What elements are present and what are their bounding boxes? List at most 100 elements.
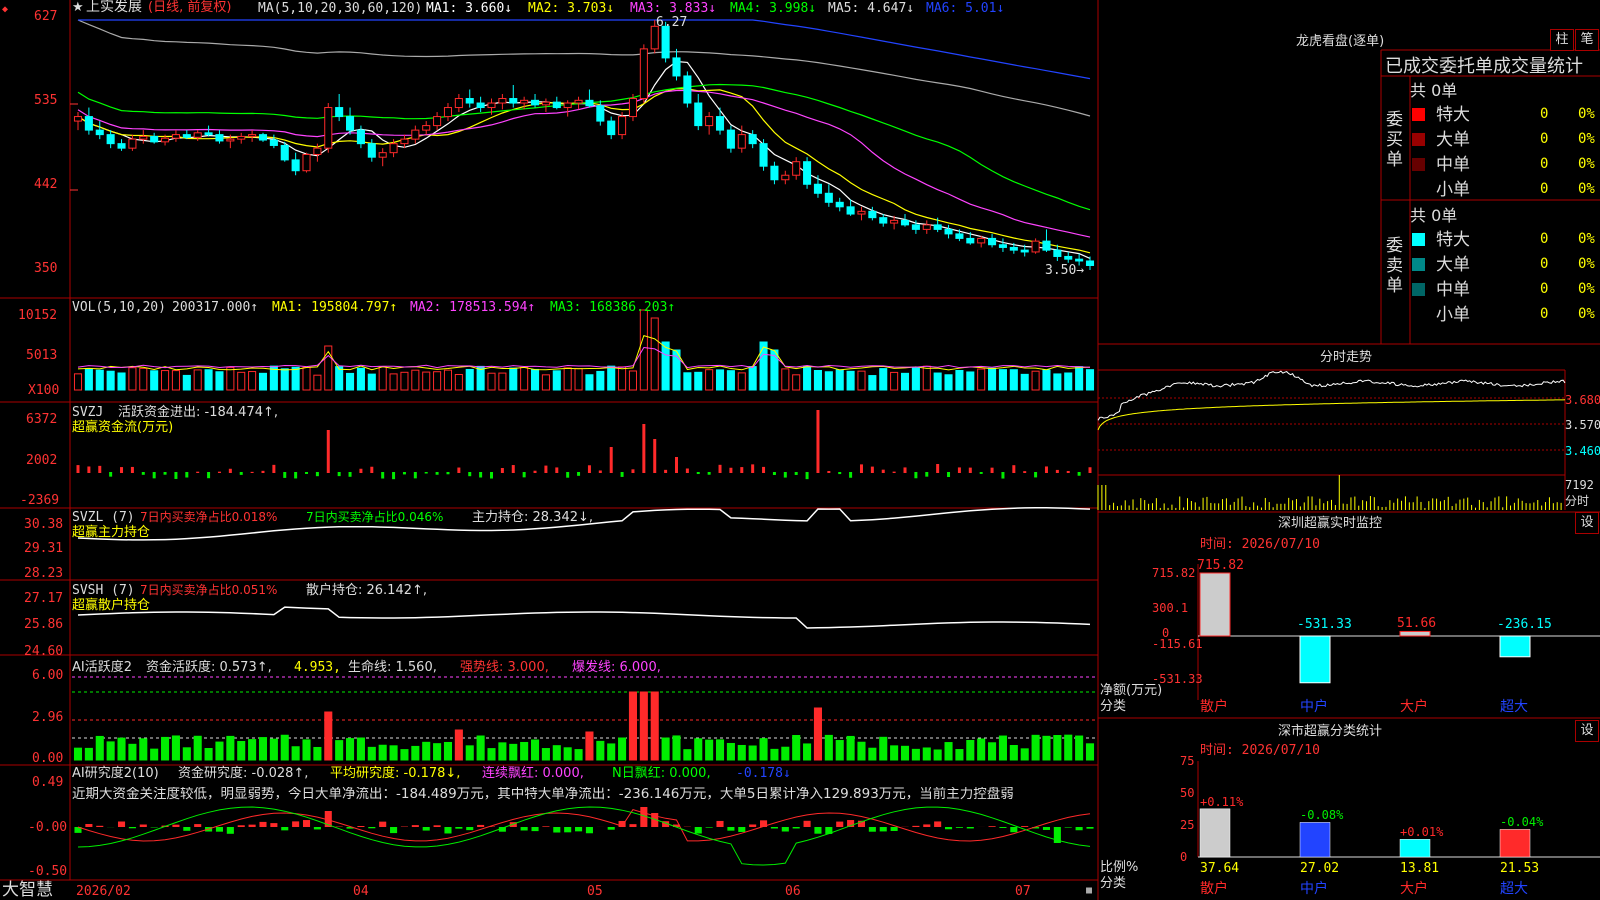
bar-mode-button[interactable]: 柱 <box>1550 29 1574 51</box>
ai2-bar <box>542 826 550 827</box>
intraday-title: 分时走势 <box>1320 350 1373 365</box>
candle-body <box>879 217 888 224</box>
svzj-bar <box>653 439 657 473</box>
ai2-description: 近期大资金关注度较低，明显弱势，今日大单净流出：-184.489万元，其中特大单… <box>72 787 1014 802</box>
ai1-bar <box>824 734 833 761</box>
candle-body <box>400 138 409 145</box>
candle-body <box>944 228 953 235</box>
ai2-bar <box>705 827 713 828</box>
svzj-y-label-1: 2002 <box>26 453 58 468</box>
vol-bar <box>900 372 910 391</box>
candle-body <box>988 237 997 246</box>
vol-value: 200317.000↑ <box>172 300 259 315</box>
ai2-bar <box>477 824 485 827</box>
svzj-bar <box>685 468 689 473</box>
svzj-bar <box>936 464 940 473</box>
brand-logo[interactable]: 大智慧 <box>2 880 53 900</box>
ma-line-4 <box>77 83 1091 211</box>
ai1-bar <box>193 735 202 761</box>
ai1-bar <box>792 735 801 761</box>
candle-body <box>204 132 213 136</box>
intraday-y-label-2: 3.460 <box>1565 444 1600 458</box>
candle-body <box>639 48 648 100</box>
candle-body <box>977 237 986 244</box>
vol-bar <box>356 367 365 391</box>
classify-value: 21.53 <box>1500 861 1540 876</box>
vol-bar <box>313 374 322 391</box>
svzj-bar <box>457 467 461 473</box>
classify-side-label2: 分类 <box>1100 876 1127 891</box>
ai2-bar <box>585 827 593 834</box>
ai1-bar <box>900 745 910 761</box>
intraday-y-label-1: 3.570 <box>1565 418 1600 432</box>
period-label[interactable]: (日线, 前复权) <box>148 0 231 15</box>
ai1-bar <box>443 741 453 761</box>
classify-side-label: 比例% <box>1100 860 1139 875</box>
ai1-bar <box>84 747 93 761</box>
vol-bar <box>117 372 126 391</box>
lock-icon[interactable]: ■ <box>1086 883 1092 898</box>
ai2-bar <box>803 820 811 827</box>
vol-bar <box>237 371 246 391</box>
vol-bar <box>433 371 442 391</box>
tick-mode-button[interactable]: 笔 <box>1575 29 1599 51</box>
svzj-bar <box>696 472 700 475</box>
vol-bar <box>726 370 735 391</box>
ai2-bar <box>194 824 202 827</box>
candle-body <box>411 129 420 140</box>
ai2-bar <box>292 821 300 827</box>
svzj-bar <box>762 466 766 473</box>
intraday-vol-label: 7192 <box>1565 478 1594 492</box>
row-label: 特大 <box>1436 230 1470 250</box>
svzl-name: SVZL (7) <box>72 510 135 525</box>
svzj-bar <box>598 470 602 473</box>
ai2-bar <box>553 827 561 833</box>
ai2-bar <box>999 827 1007 828</box>
svzj-bar <box>718 464 722 473</box>
ai1-bar <box>465 745 474 761</box>
vol-bar <box>400 371 409 391</box>
candle-body <box>237 135 246 140</box>
classify-settings-button[interactable]: 设 <box>1575 720 1599 742</box>
row-percent: 0% <box>1578 106 1595 122</box>
ma2-value: MA2: 3.703↓ <box>528 1 615 16</box>
intraday-vol-sub: 分时 <box>1565 494 1590 508</box>
candle-body <box>574 99 583 104</box>
monitor-settings-button[interactable]: 设 <box>1575 512 1599 534</box>
ma6-value: MA6: 5.01↓ <box>926 1 1005 16</box>
ai2-bar <box>259 821 267 827</box>
ai2-bar <box>749 824 757 827</box>
candle-body <box>215 134 224 142</box>
candle-body <box>955 233 964 239</box>
ai1-bar <box>411 745 420 761</box>
vol-bar <box>509 367 518 391</box>
vol-bar <box>748 366 757 391</box>
vol-bar <box>84 367 93 391</box>
ai1-bar <box>313 746 322 761</box>
row-percent: 0% <box>1578 231 1595 247</box>
vol-bar <box>759 341 768 391</box>
ai2-bar <box>716 820 724 827</box>
svzl-c: 主力持仓: 28.342↓, <box>472 510 594 525</box>
ma-line-5 <box>77 19 1091 117</box>
star-icon[interactable]: ★ <box>72 0 84 15</box>
candle-body <box>182 134 191 138</box>
intraday-y-label-0: 3.680 <box>1565 393 1600 407</box>
candle-body <box>378 152 387 158</box>
classify-bar-散户 <box>1199 808 1231 858</box>
candle-body <box>922 224 931 230</box>
vol-bar <box>966 371 975 391</box>
candle-body <box>900 219 910 226</box>
ai1-bar <box>378 744 387 761</box>
ai1-name: AI活跃度2 <box>72 660 132 675</box>
svzj-bar <box>1066 470 1070 473</box>
svzj-bar <box>228 468 232 473</box>
svzj-bar <box>294 472 298 479</box>
svzj-bar <box>424 472 428 474</box>
vol-bar <box>857 370 866 391</box>
classify-category: 大户 <box>1400 881 1428 897</box>
vol-ma2: MA2: 178513.594↑ <box>410 300 536 315</box>
ai1-bar <box>509 743 518 761</box>
ai1-bar <box>835 740 844 761</box>
row-label: 中单 <box>1436 280 1470 300</box>
